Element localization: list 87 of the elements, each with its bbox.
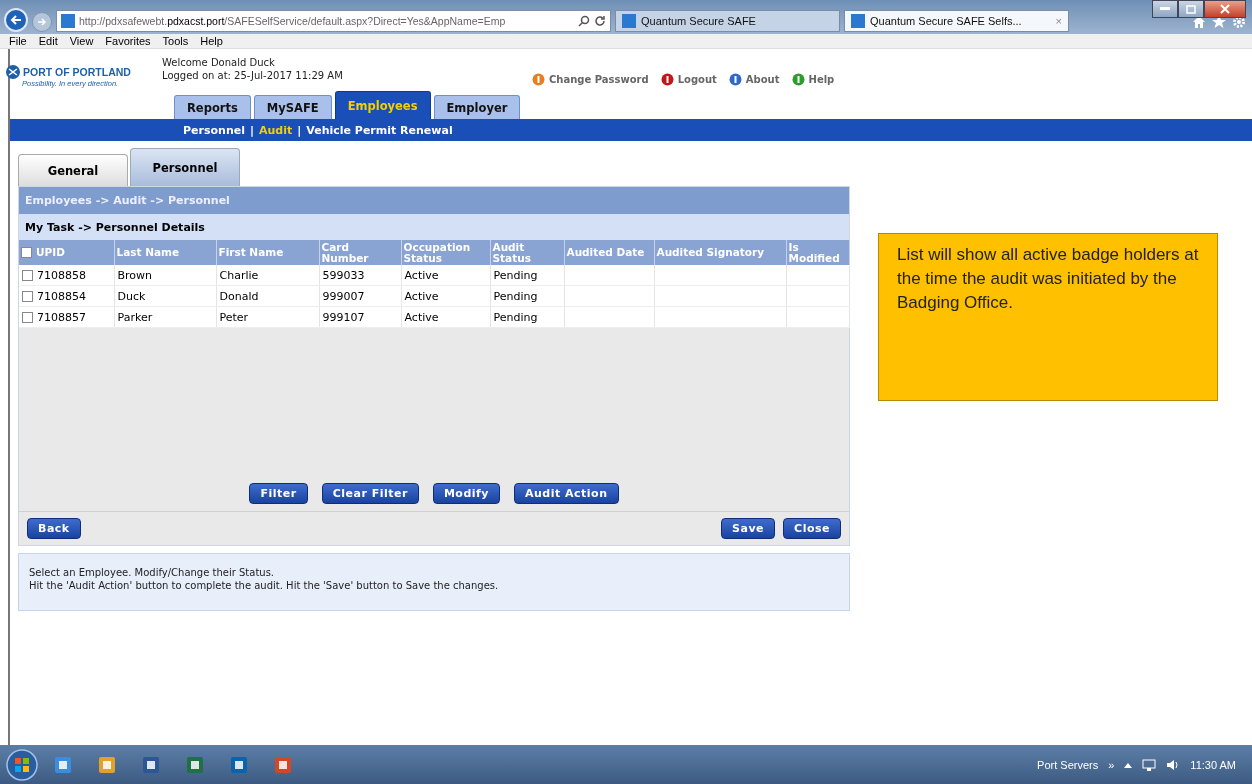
column-header: UPID <box>19 240 114 265</box>
star-icon[interactable] <box>1212 15 1226 29</box>
close-button[interactable] <box>1204 0 1246 18</box>
action-button[interactable]: Audit Action <box>514 483 619 504</box>
welcome-text: Welcome Donald Duck <box>162 56 276 69</box>
tray-arrow-icon[interactable] <box>1124 761 1133 768</box>
arrow-right-icon <box>37 17 47 27</box>
arrow-left-icon <box>10 14 22 26</box>
select-all-checkbox[interactable] <box>21 247 32 258</box>
column-header: Audit Status <box>490 240 564 265</box>
browser-tab[interactable]: Quantum Secure SAFE <box>615 10 840 32</box>
refresh-icon[interactable] <box>594 15 606 27</box>
table-cell: Charlie <box>216 265 319 286</box>
table-cell: 7108857 <box>19 306 114 328</box>
favicon-icon <box>851 14 865 28</box>
minimize-icon <box>1160 7 1170 11</box>
browser-tab[interactable]: Quantum Secure SAFE Selfs... × <box>844 10 1069 32</box>
settings-icon[interactable] <box>1232 15 1246 29</box>
menu-item[interactable]: View <box>69 35 94 47</box>
nav-tab[interactable]: Employer <box>433 95 521 119</box>
page-tab[interactable]: General <box>18 154 128 186</box>
close-tab-icon[interactable]: × <box>1055 15 1062 27</box>
forward-button[interactable] <box>32 12 52 32</box>
menu-item[interactable]: Tools <box>162 35 189 47</box>
header-link[interactable]: Logout <box>677 74 717 85</box>
menu-item[interactable]: Help <box>200 35 223 47</box>
menu-item[interactable]: Favorites <box>105 35 151 47</box>
favicon-icon <box>61 14 75 28</box>
table-cell: Brown <box>114 265 216 286</box>
clock[interactable]: 11:30 AM <box>1190 758 1236 771</box>
logo-icon <box>6 65 20 79</box>
section-title: My Task -> Personnel Details <box>19 214 849 240</box>
nav-tab[interactable]: Reports <box>174 95 251 119</box>
toolbar-label[interactable]: Port Servers <box>1037 758 1099 771</box>
action-button[interactable]: Modify <box>432 483 500 504</box>
table-cell: 599033 <box>319 265 401 286</box>
minimize-button[interactable] <box>1152 0 1178 18</box>
logo-text: PORT OF PORTLAND <box>23 66 131 78</box>
start-button[interactable] <box>6 748 38 781</box>
search-icon[interactable] <box>578 15 590 27</box>
instruction-text: Select an Employee. Modify/Change their Status. <box>29 566 276 579</box>
action-button[interactable]: Close <box>783 518 841 539</box>
table-cell: Pending <box>490 265 564 286</box>
subnav-link[interactable]: Personnel <box>183 123 245 137</box>
network-icon[interactable] <box>1142 758 1157 771</box>
favicon-icon <box>622 14 636 28</box>
subnav-link[interactable]: Audit <box>259 123 293 137</box>
back-button[interactable]: Back <box>27 518 81 539</box>
column-header: Audited Signatory <box>654 240 786 265</box>
separator: | <box>297 123 302 137</box>
nav-tab[interactable]: Employees <box>334 91 431 119</box>
action-button[interactable]: Filter <box>249 483 308 504</box>
action-button[interactable]: Clear Filter <box>321 483 419 504</box>
nav-tab[interactable]: MySAFE <box>253 95 332 119</box>
row-checkbox[interactable] <box>22 291 33 302</box>
action-button[interactable]: Save <box>721 518 776 539</box>
home-icon[interactable] <box>1192 15 1206 29</box>
column-header: Card Number <box>319 240 401 265</box>
back-button[interactable] <box>4 8 28 32</box>
menu-item[interactable]: Edit <box>38 35 58 47</box>
page-tab[interactable]: Personnel <box>130 148 240 186</box>
table-cell: 7108858 <box>19 265 114 286</box>
overflow-button[interactable]: » <box>1108 758 1115 771</box>
table-cell: 7108854 <box>19 285 114 307</box>
maximize-button[interactable] <box>1178 0 1204 18</box>
column-header: First Name <box>216 240 319 265</box>
row-checkbox[interactable] <box>22 270 33 281</box>
header-link[interactable]: About <box>745 74 780 85</box>
header-link[interactable]: Change Password <box>549 74 649 85</box>
volume-icon[interactable] <box>1166 758 1181 771</box>
column-header: Audited Date <box>564 240 654 265</box>
breadcrumb: Employees -> Audit -> Personnel <box>19 187 849 214</box>
subnav-link[interactable]: Vehicle Permit Renewal <box>306 123 453 137</box>
callout-note: List will show all active badge holders at the time the audit was initiated by the Badging Office. <box>878 233 1218 401</box>
column-header: Last Name <box>114 240 216 265</box>
table-cell: Active <box>401 265 490 286</box>
header-link[interactable]: Help <box>808 74 835 85</box>
instruction-text: Hit the 'Audit Action' button to complete the audit. Hit the 'Save' button to Save the changes. <box>29 579 500 592</box>
separator: | <box>249 123 254 137</box>
column-header: Occupation Status <box>401 240 490 265</box>
address-field[interactable]: http://pdxsafewebt.pdxacst.port/SAFESelfService/default.aspx?Direct=Yes&AppName=Emp <box>56 10 611 32</box>
menu-item[interactable]: File <box>9 35 27 47</box>
login-time: Logged on at: 25-Jul-2017 11:29 AM <box>162 69 344 82</box>
row-checkbox[interactable] <box>22 312 33 323</box>
column-header: Is Modified <box>786 240 849 265</box>
maximize-icon <box>1186 4 1196 14</box>
close-icon <box>1220 4 1230 14</box>
